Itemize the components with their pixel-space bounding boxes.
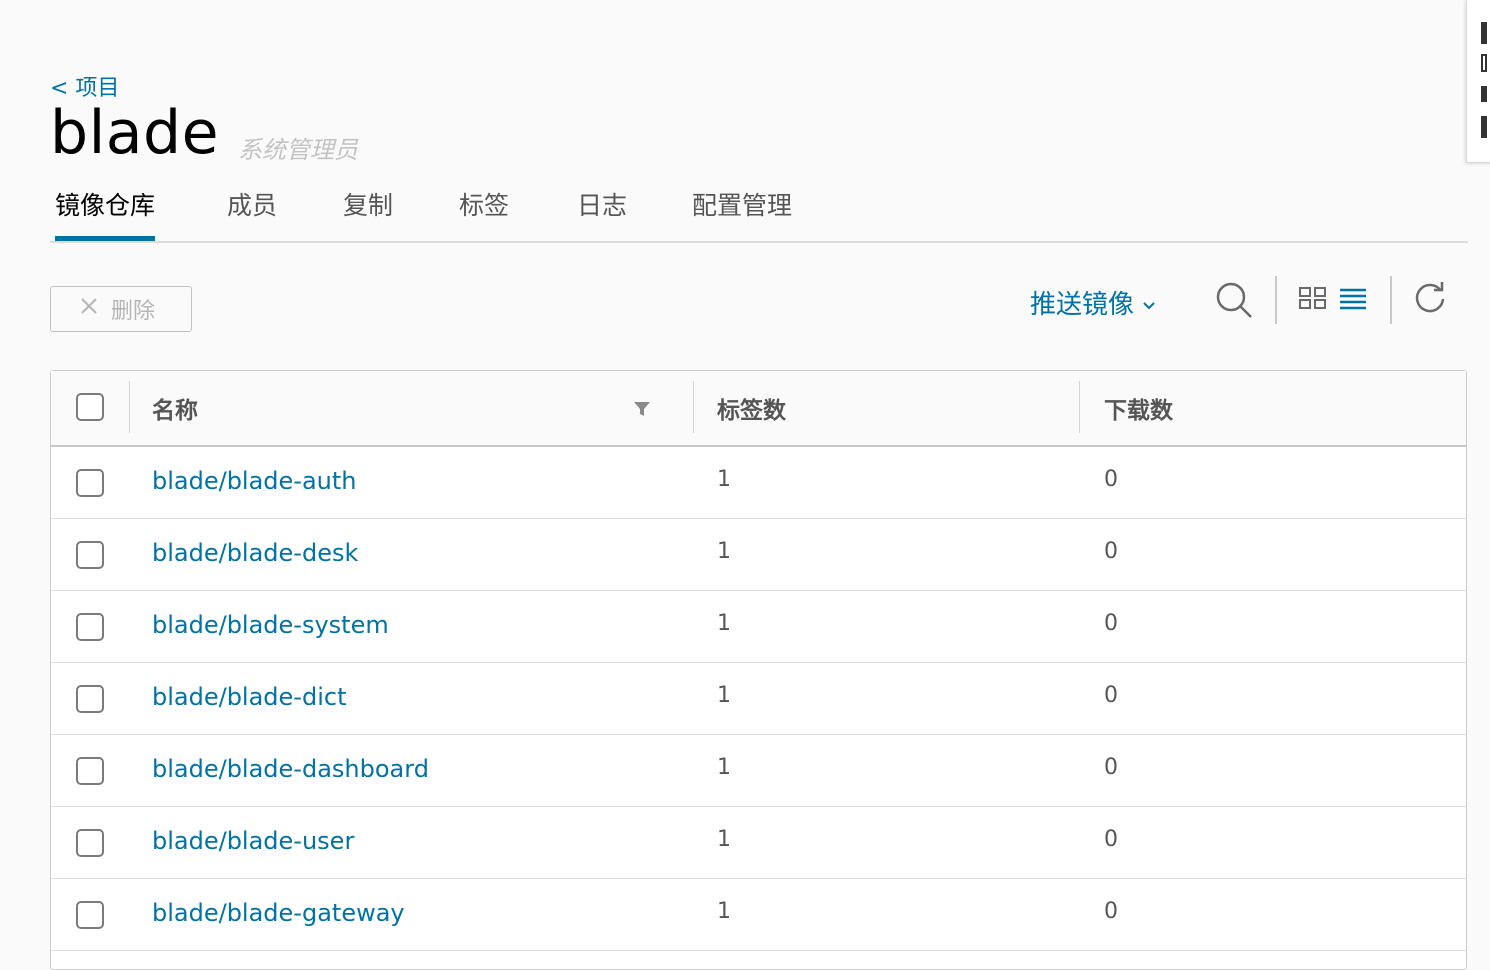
row-checkbox[interactable] (76, 469, 104, 497)
chevron-down-icon (1142, 288, 1156, 318)
tab-bar: 镜像仓库 成员 复制 标签 日志 配置管理 (50, 186, 1468, 243)
tab-members[interactable]: 成员 (227, 186, 277, 239)
table-row: blade/blade-user 1 0 (51, 807, 1466, 879)
pull-count: 0 (1104, 683, 1118, 708)
table-row: blade/blade-dict 1 0 (51, 663, 1466, 735)
repository-name-link[interactable]: blade/blade-gateway (152, 899, 405, 927)
page-title: blade (50, 98, 220, 168)
delete-button[interactable]: 删除 (50, 286, 192, 332)
pull-count: 0 (1104, 611, 1118, 636)
repository-name-link[interactable]: blade/blade-dashboard (152, 755, 429, 783)
row-checkbox[interactable] (76, 757, 104, 785)
table-header: 名称 标签数 下载数 (51, 371, 1466, 447)
select-all-checkbox[interactable] (76, 393, 104, 421)
repository-name-link[interactable]: blade/blade-desk (152, 539, 358, 567)
row-checkbox[interactable] (76, 829, 104, 857)
panel-text-fragment (1481, 116, 1487, 138)
panel-text-fragment (1481, 22, 1487, 44)
row-checkbox[interactable] (76, 901, 104, 929)
row-checkbox[interactable] (76, 613, 104, 641)
push-image-button[interactable]: 推送镜像 (1030, 284, 1156, 321)
tag-count: 1 (717, 755, 731, 780)
tab-logs[interactable]: 日志 (577, 186, 627, 239)
refresh-icon[interactable] (1411, 280, 1449, 322)
card-view-icon[interactable] (1298, 286, 1328, 316)
table-row: blade/blade-system 1 0 (51, 591, 1466, 663)
pull-count: 0 (1104, 899, 1118, 924)
table-row: blade/blade-desk 1 0 (51, 519, 1466, 591)
delete-button-label: 删除 (111, 299, 156, 324)
tag-count: 1 (717, 611, 731, 636)
table-row: blade/blade-auth 1 0 (51, 447, 1466, 519)
pull-count: 0 (1104, 467, 1118, 492)
panel-text-fragment (1481, 54, 1487, 72)
tag-count: 1 (717, 467, 731, 492)
tab-configuration[interactable]: 配置管理 (692, 186, 792, 239)
pull-count: 0 (1104, 827, 1118, 852)
column-separator (1079, 381, 1080, 433)
side-panel (1466, 0, 1490, 163)
repository-name-link[interactable]: blade/blade-auth (152, 467, 357, 495)
repository-name-link[interactable]: blade/blade-user (152, 827, 354, 855)
repository-name-link[interactable]: blade/blade-dict (152, 683, 346, 711)
search-icon[interactable] (1214, 280, 1254, 324)
column-header-tags[interactable]: 标签数 (717, 391, 786, 425)
filter-icon[interactable] (633, 401, 651, 421)
repository-table: 名称 标签数 下载数 blade/blade-auth 1 0 blade/bl… (50, 370, 1467, 970)
tag-count: 1 (717, 899, 731, 924)
pull-count: 0 (1104, 755, 1118, 780)
repository-name-link[interactable]: blade/blade-system (152, 611, 389, 639)
row-checkbox[interactable] (76, 685, 104, 713)
column-header-name[interactable]: 名称 (152, 391, 198, 425)
tab-repositories[interactable]: 镜像仓库 (55, 186, 156, 241)
row-checkbox[interactable] (76, 541, 104, 569)
table-row: blade/blade-dashboard 1 0 (51, 735, 1466, 807)
push-image-label: 推送镜像 (1030, 290, 1135, 320)
pull-count: 0 (1104, 539, 1118, 564)
tag-count: 1 (717, 683, 731, 708)
tab-labels[interactable]: 标签 (459, 186, 509, 239)
panel-text-fragment (1481, 86, 1487, 102)
column-separator (693, 381, 694, 433)
table-row: blade/blade-gateway 1 0 (51, 879, 1466, 951)
tab-replication[interactable]: 复制 (343, 186, 393, 239)
toolbar-divider (1390, 276, 1392, 324)
role-label: 系统管理员 (238, 136, 358, 164)
close-icon (79, 296, 99, 322)
toolbar-divider (1275, 276, 1277, 324)
column-separator (129, 381, 130, 433)
tag-count: 1 (717, 539, 731, 564)
column-header-pulls[interactable]: 下载数 (1104, 391, 1173, 425)
tag-count: 1 (717, 827, 731, 852)
list-view-icon[interactable] (1338, 286, 1368, 316)
